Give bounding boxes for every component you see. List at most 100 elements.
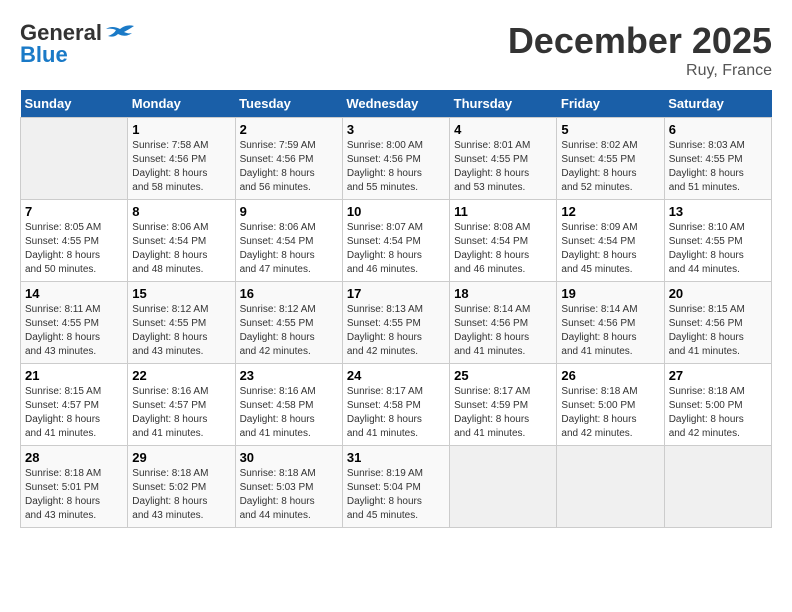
header-friday: Friday: [557, 90, 664, 118]
day-info: Sunrise: 8:17 AM Sunset: 4:59 PM Dayligh…: [454, 385, 552, 441]
week-row-3: 14 Sunrise: 8:11 AM Sunset: 4:55 PM Dayli…: [21, 282, 772, 364]
day-info: Sunrise: 8:18 AM Sunset: 5:02 PM Dayligh…: [132, 467, 230, 523]
day-number: 11: [454, 204, 552, 219]
day-cell: 18Sunrise: 8:14 AM Sunset: 4:56 PM Dayli…: [450, 282, 557, 364]
day-cell: 6 Sunrise: 8:03 AM Sunset: 4:55 PM Daylig…: [664, 118, 771, 200]
day-cell: 9 Sunrise: 8:06 AM Sunset: 4:54 PM Daylig…: [235, 200, 342, 282]
day-number: 15: [132, 286, 230, 301]
day-number: 9: [240, 204, 338, 219]
day-cell: 21Sunrise: 8:15 AM Sunset: 4:57 PM Dayli…: [21, 364, 128, 446]
day-cell: 24 Sunrise: 8:17 AM Sunset: 4:58 PM Dayli…: [342, 364, 449, 446]
day-cell: [664, 446, 771, 528]
day-info: Sunrise: 8:14 AM Sunset: 4:56 PM Dayligh…: [561, 303, 659, 359]
day-cell: 7Sunrise: 8:05 AM Sunset: 4:55 PM Daylig…: [21, 200, 128, 282]
location: Ruy, France: [508, 62, 772, 80]
logo-bird-icon: [106, 24, 134, 42]
day-info: Sunrise: 8:03 AM Sunset: 4:55 PM Dayligh…: [669, 139, 767, 195]
header-row: SundayMondayTuesdayWednesdayThursdayFrid…: [21, 90, 772, 118]
day-cell: 15Sunrise: 8:12 AM Sunset: 4:55 PM Dayli…: [128, 282, 235, 364]
day-cell: 23 Sunrise: 8:16 AM Sunset: 4:58 PM Dayli…: [235, 364, 342, 446]
day-info: Sunrise: 7:59 AM Sunset: 4:56 PM Dayligh…: [240, 139, 338, 195]
day-number: 3: [347, 122, 445, 137]
day-cell: 31Sunrise: 8:19 AM Sunset: 5:04 PM Dayli…: [342, 446, 449, 528]
day-number: 13: [669, 204, 767, 219]
week-row-4: 21Sunrise: 8:15 AM Sunset: 4:57 PM Dayli…: [21, 364, 772, 446]
day-cell: 28 Sunrise: 8:18 AM Sunset: 5:01 PM Dayli…: [21, 446, 128, 528]
day-cell: [557, 446, 664, 528]
day-info: Sunrise: 8:06 AM Sunset: 4:54 PM Dayligh…: [240, 221, 338, 277]
day-info: Sunrise: 8:16 AM Sunset: 4:57 PM Dayligh…: [132, 385, 230, 441]
header-saturday: Saturday: [664, 90, 771, 118]
day-number: 17: [347, 286, 445, 301]
day-info: Sunrise: 8:00 AM Sunset: 4:56 PM Dayligh…: [347, 139, 445, 195]
day-cell: 10 Sunrise: 8:07 AM Sunset: 4:54 PM Dayli…: [342, 200, 449, 282]
day-info: Sunrise: 8:06 AM Sunset: 4:54 PM Dayligh…: [132, 221, 230, 277]
day-info: Sunrise: 8:16 AM Sunset: 4:58 PM Dayligh…: [240, 385, 338, 441]
day-info: Sunrise: 8:11 AM Sunset: 4:55 PM Dayligh…: [25, 303, 123, 359]
day-cell: 1 Sunrise: 7:58 AM Sunset: 4:56 PM Daylig…: [128, 118, 235, 200]
day-number: 12: [561, 204, 659, 219]
day-cell: [21, 118, 128, 200]
title-block: December 2025 Ruy, France: [508, 20, 772, 80]
day-info: Sunrise: 8:15 AM Sunset: 4:56 PM Dayligh…: [669, 303, 767, 359]
day-number: 10: [347, 204, 445, 219]
day-number: 25: [454, 368, 552, 383]
day-number: 29: [132, 450, 230, 465]
day-info: Sunrise: 8:12 AM Sunset: 4:55 PM Dayligh…: [240, 303, 338, 359]
logo-blue: Blue: [20, 42, 68, 68]
day-number: 24: [347, 368, 445, 383]
day-cell: 16 Sunrise: 8:12 AM Sunset: 4:55 PM Dayli…: [235, 282, 342, 364]
day-cell: 3 Sunrise: 8:00 AM Sunset: 4:56 PM Daylig…: [342, 118, 449, 200]
day-cell: 29 Sunrise: 8:18 AM Sunset: 5:02 PM Dayli…: [128, 446, 235, 528]
week-row-2: 7Sunrise: 8:05 AM Sunset: 4:55 PM Daylig…: [21, 200, 772, 282]
day-cell: 30 Sunrise: 8:18 AM Sunset: 5:03 PM Dayli…: [235, 446, 342, 528]
day-number: 4: [454, 122, 552, 137]
day-cell: 2 Sunrise: 7:59 AM Sunset: 4:56 PM Daylig…: [235, 118, 342, 200]
day-number: 7: [25, 204, 123, 219]
day-cell: 27Sunrise: 8:18 AM Sunset: 5:00 PM Dayli…: [664, 364, 771, 446]
logo: General Blue: [20, 20, 134, 68]
day-cell: 4Sunrise: 8:01 AM Sunset: 4:55 PM Daylig…: [450, 118, 557, 200]
day-number: 8: [132, 204, 230, 219]
header-wednesday: Wednesday: [342, 90, 449, 118]
day-number: 2: [240, 122, 338, 137]
day-number: 28: [25, 450, 123, 465]
day-number: 19: [561, 286, 659, 301]
day-cell: 13 Sunrise: 8:10 AM Sunset: 4:55 PM Dayli…: [664, 200, 771, 282]
day-info: Sunrise: 8:08 AM Sunset: 4:54 PM Dayligh…: [454, 221, 552, 277]
day-info: Sunrise: 8:02 AM Sunset: 4:55 PM Dayligh…: [561, 139, 659, 195]
day-number: 5: [561, 122, 659, 137]
header-thursday: Thursday: [450, 90, 557, 118]
day-info: Sunrise: 8:07 AM Sunset: 4:54 PM Dayligh…: [347, 221, 445, 277]
day-cell: 5 Sunrise: 8:02 AM Sunset: 4:55 PM Daylig…: [557, 118, 664, 200]
day-number: 22: [132, 368, 230, 383]
day-info: Sunrise: 8:18 AM Sunset: 5:01 PM Dayligh…: [25, 467, 123, 523]
day-info: Sunrise: 8:10 AM Sunset: 4:55 PM Dayligh…: [669, 221, 767, 277]
page-header: General Blue December 2025 Ruy, France: [20, 20, 772, 80]
day-info: Sunrise: 8:19 AM Sunset: 5:04 PM Dayligh…: [347, 467, 445, 523]
week-row-1: 1 Sunrise: 7:58 AM Sunset: 4:56 PM Daylig…: [21, 118, 772, 200]
day-number: 14: [25, 286, 123, 301]
day-cell: 19 Sunrise: 8:14 AM Sunset: 4:56 PM Dayli…: [557, 282, 664, 364]
day-cell: 14 Sunrise: 8:11 AM Sunset: 4:55 PM Dayli…: [21, 282, 128, 364]
header-sunday: Sunday: [21, 90, 128, 118]
header-tuesday: Tuesday: [235, 90, 342, 118]
day-cell: 25 Sunrise: 8:17 AM Sunset: 4:59 PM Dayli…: [450, 364, 557, 446]
day-number: 23: [240, 368, 338, 383]
day-number: 30: [240, 450, 338, 465]
day-cell: 20Sunrise: 8:15 AM Sunset: 4:56 PM Dayli…: [664, 282, 771, 364]
day-info: Sunrise: 8:18 AM Sunset: 5:03 PM Dayligh…: [240, 467, 338, 523]
week-row-5: 28 Sunrise: 8:18 AM Sunset: 5:01 PM Dayli…: [21, 446, 772, 528]
month-title: December 2025: [508, 20, 772, 62]
day-info: Sunrise: 8:13 AM Sunset: 4:55 PM Dayligh…: [347, 303, 445, 359]
day-number: 6: [669, 122, 767, 137]
day-info: Sunrise: 8:17 AM Sunset: 4:58 PM Dayligh…: [347, 385, 445, 441]
calendar-table: SundayMondayTuesdayWednesdayThursdayFrid…: [20, 90, 772, 528]
day-info: Sunrise: 7:58 AM Sunset: 4:56 PM Dayligh…: [132, 139, 230, 195]
day-info: Sunrise: 8:14 AM Sunset: 4:56 PM Dayligh…: [454, 303, 552, 359]
day-info: Sunrise: 8:09 AM Sunset: 4:54 PM Dayligh…: [561, 221, 659, 277]
day-number: 16: [240, 286, 338, 301]
day-number: 1: [132, 122, 230, 137]
day-number: 27: [669, 368, 767, 383]
day-info: Sunrise: 8:18 AM Sunset: 5:00 PM Dayligh…: [561, 385, 659, 441]
